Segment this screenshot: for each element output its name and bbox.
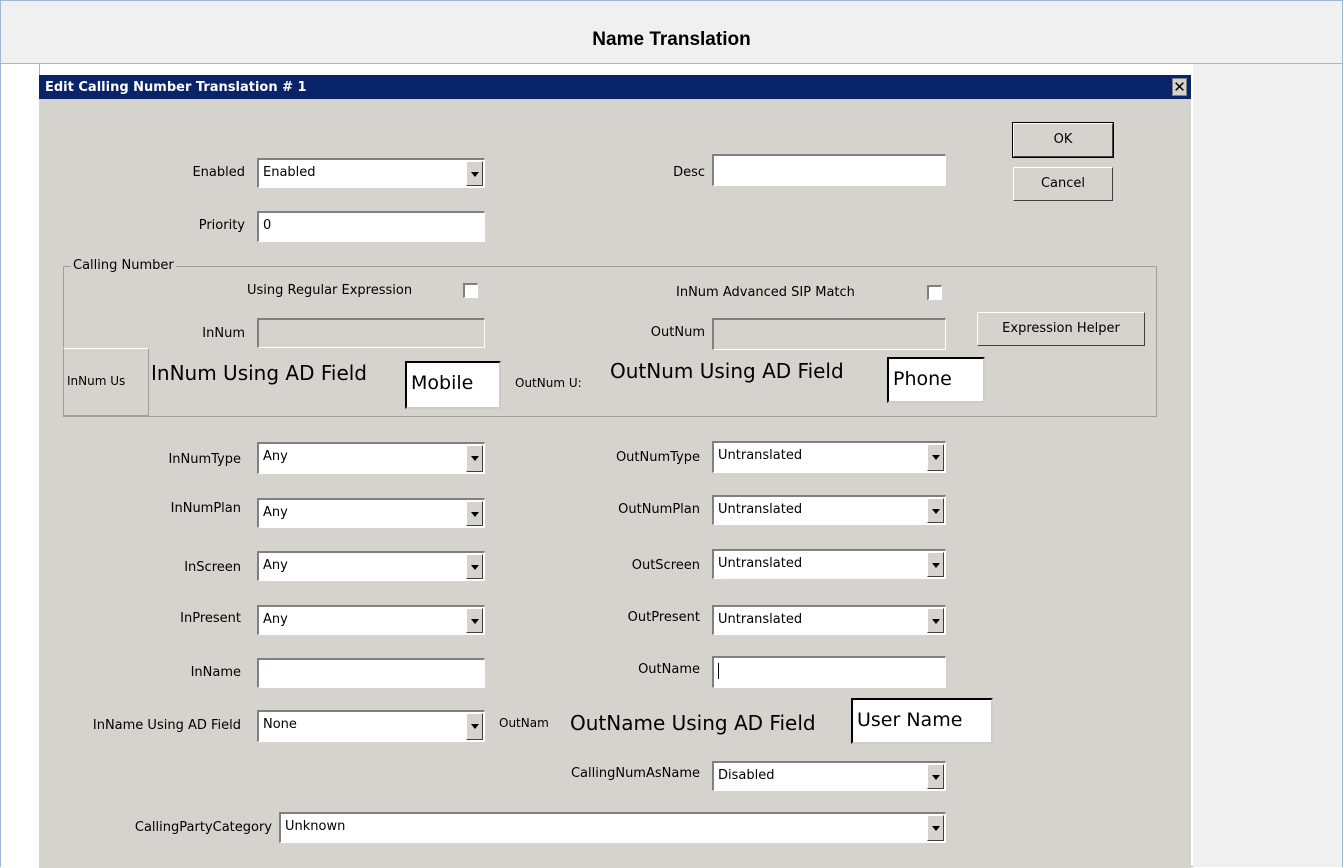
inname-ad-select[interactable]: None	[257, 710, 485, 742]
outnum-ad-label: OutNum Using AD Field	[610, 359, 844, 383]
innum-ad-label: InNum Using AD Field	[151, 361, 367, 385]
callingpartycategory-label: CallingPartyCategory	[134, 820, 272, 835]
outpresent-value: Untranslated	[718, 612, 803, 627]
innumtype-value: Any	[263, 449, 288, 464]
outscreen-select[interactable]: Untranslated	[712, 549, 946, 579]
inname-ad-label: InName Using AD Field	[92, 718, 241, 733]
outnum-label: OutNum	[650, 325, 705, 340]
enabled-label: Enabled	[192, 165, 245, 180]
chevron-down-icon[interactable]	[466, 161, 483, 186]
close-icon[interactable]: ✕	[1172, 78, 1187, 96]
page-title: Name Translation	[592, 29, 751, 50]
enabled-select[interactable]: Enabled	[257, 158, 485, 188]
innum-input[interactable]	[257, 318, 485, 348]
chevron-down-icon[interactable]	[927, 608, 944, 633]
inname-label: InName	[190, 665, 241, 680]
innum-ad-input[interactable]: Mobile	[405, 361, 501, 409]
chevron-down-icon[interactable]	[927, 498, 944, 523]
outnumtype-value: Untranslated	[718, 448, 803, 463]
text-cursor	[718, 662, 719, 679]
dialog-title: Edit Calling Number Translation # 1	[45, 80, 307, 95]
callingnumasname-value: Disabled	[718, 768, 775, 783]
calling-number-group-title: Calling Number	[71, 258, 176, 273]
outnumplan-label: OutNumPlan	[618, 502, 700, 517]
chevron-down-icon[interactable]	[927, 764, 944, 789]
priority-label: Priority	[198, 218, 245, 233]
using-regex-checkbox[interactable]	[463, 283, 478, 298]
chevron-down-icon[interactable]	[927, 552, 944, 577]
innum-adv-sip-label: InNum Advanced SIP Match	[676, 285, 855, 300]
chevron-down-icon[interactable]	[466, 501, 483, 526]
cancel-button[interactable]: Cancel	[1013, 167, 1113, 201]
innumplan-value: Any	[263, 505, 288, 520]
desc-input[interactable]	[712, 154, 946, 186]
outnumtype-select[interactable]: Untranslated	[712, 441, 946, 473]
outpresent-select[interactable]: Untranslated	[712, 605, 946, 635]
outscreen-label: OutScreen	[631, 558, 700, 573]
enabled-value: Enabled	[263, 165, 316, 180]
chevron-down-icon[interactable]	[466, 608, 483, 633]
inscreen-select[interactable]: Any	[257, 551, 485, 581]
innum-ad-small-label: InNum Us	[67, 374, 126, 388]
chevron-down-icon[interactable]	[466, 554, 483, 579]
outname-ad-input[interactable]: User Name	[851, 698, 993, 744]
callingnumasname-select[interactable]: Disabled	[712, 761, 946, 791]
outpresent-label: OutPresent	[627, 610, 700, 625]
inpresent-select[interactable]: Any	[257, 605, 485, 635]
page-frame: Name Translation Edit Calling Number Tra…	[0, 0, 1343, 868]
outnumplan-value: Untranslated	[718, 502, 803, 517]
outname-ad-small-label: OutNam	[499, 716, 549, 730]
chevron-down-icon[interactable]	[466, 445, 483, 472]
outnumtype-label: OutNumType	[615, 450, 700, 465]
expression-helper-button[interactable]: Expression Helper	[977, 312, 1145, 346]
inscreen-value: Any	[263, 558, 288, 573]
inname-ad-value: None	[263, 717, 297, 732]
left-margin	[1, 64, 40, 867]
inpresent-label: InPresent	[180, 611, 241, 626]
callingpartycategory-value: Unknown	[285, 819, 346, 834]
outnumplan-select[interactable]: Untranslated	[712, 495, 946, 525]
innumtype-select[interactable]: Any	[257, 442, 485, 474]
inscreen-label: InScreen	[184, 560, 241, 575]
outnum-ad-small-label: OutNum U:	[515, 376, 582, 390]
chevron-down-icon[interactable]	[927, 444, 944, 471]
using-regex-label: Using Regular Expression	[247, 283, 413, 298]
ok-button[interactable]: OK	[1012, 122, 1114, 158]
innumtype-label: InNumType	[168, 452, 241, 467]
outname-input[interactable]	[712, 656, 946, 688]
outscreen-value: Untranslated	[718, 556, 803, 571]
chevron-down-icon[interactable]	[927, 815, 944, 841]
right-margin	[1193, 64, 1342, 867]
priority-input[interactable]: 0	[257, 211, 485, 242]
callingpartycategory-select[interactable]: Unknown	[279, 812, 946, 843]
desc-label: Desc	[673, 165, 705, 180]
chevron-down-icon[interactable]	[466, 713, 483, 740]
edit-dialog: Edit Calling Number Translation # 1 ✕ OK…	[39, 75, 1191, 868]
innumplan-label: InNumPlan	[170, 501, 241, 516]
outnum-input[interactable]	[712, 318, 946, 350]
innum-label: InNum	[202, 326, 245, 341]
inname-input[interactable]	[257, 658, 485, 688]
dialog-titlebar: Edit Calling Number Translation # 1 ✕	[39, 75, 1191, 99]
innum-adv-sip-checkbox[interactable]	[927, 285, 942, 300]
outnum-ad-input[interactable]: Phone	[887, 357, 985, 403]
outname-ad-label: OutName Using AD Field	[570, 711, 816, 735]
inpresent-value: Any	[263, 612, 288, 627]
innumplan-select[interactable]: Any	[257, 498, 485, 528]
outname-label: OutName	[638, 662, 700, 677]
callingnumasname-label: CallingNumAsName	[570, 766, 700, 781]
